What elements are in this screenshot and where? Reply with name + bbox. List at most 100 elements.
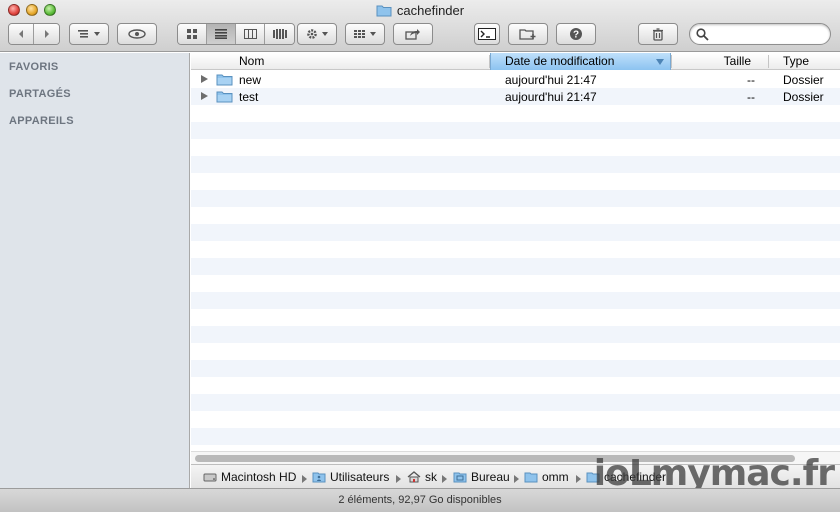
back-button[interactable] [9,24,34,44]
view-mode-control [177,23,295,45]
empty-row [191,173,840,190]
column-name-label: Nom [239,54,265,68]
columns-icon [243,29,257,39]
window-toolbar: cachefinder ? [0,0,840,52]
move-to-trash-button[interactable] [638,23,678,45]
file-type: Dossier [783,73,824,87]
path-separator-icon [442,475,447,483]
grid-icon [187,29,197,39]
path-item-utilisateurs[interactable]: Utilisateurs [312,470,389,484]
file-size: -- [747,90,755,104]
file-date: aujourd'hui 21:47 [505,90,597,104]
empty-row [191,207,840,224]
sidebar-section-devices[interactable]: APPAREILS [9,115,74,127]
empty-row [191,122,840,139]
sidebar-section-shared[interactable]: PARTAGÉS [9,88,71,100]
window-title-text: cachefinder [396,3,465,18]
chevron-right-icon [44,30,49,38]
column-view-button[interactable] [236,24,265,44]
path-separator-icon [514,475,519,483]
arrange-menu-button[interactable] [69,23,109,45]
file-name: test [239,90,259,104]
empty-row [191,309,840,326]
share-button[interactable] [393,23,433,45]
path-item-omm[interactable]: omm [524,470,569,484]
folder-icon [524,472,538,483]
status-bar: 2 éléments, 92,97 Go disponibles [0,488,840,512]
eye-icon [128,29,146,39]
cover-flow-button[interactable] [265,24,294,44]
action-menu-button[interactable] [297,23,337,45]
empty-row [191,156,840,173]
terminal-button[interactable] [474,23,500,45]
column-date-label: Date de modification [505,54,615,68]
sort-descending-icon [656,59,664,65]
search-icon [696,28,709,41]
column-size-label: Taille [723,54,751,68]
forward-button[interactable] [34,24,59,44]
path-separator-icon [302,475,307,483]
path-item-label: Macintosh HD [221,470,297,484]
list-icon [215,29,227,39]
folder-icon [216,74,233,86]
column-header-date[interactable]: Date de modification [490,53,671,70]
window-title: cachefinder [0,3,840,18]
info-icon: ? [570,28,582,41]
desktop-folder-icon [453,472,467,483]
column-header-size[interactable]: Taille [673,53,751,70]
list-arrange-icon [78,30,100,38]
file-size: -- [747,73,755,87]
search-input[interactable] [689,23,831,45]
path-item-bureau[interactable]: Bureau [453,470,510,484]
empty-row [191,377,840,394]
gear-icon [307,29,328,39]
empty-row [191,428,840,445]
file-row[interactable]: test aujourd'hui 21:47 -- Dossier [191,88,840,105]
cover-flow-icon [272,29,287,39]
empty-row [191,326,840,343]
empty-row [191,258,840,275]
path-item-label: Utilisateurs [330,470,390,484]
new-folder-button[interactable] [508,23,548,45]
trash-icon [653,27,663,41]
share-icon [405,29,420,40]
path-item-label: sk [425,470,437,484]
column-divider[interactable] [671,55,672,68]
back-forward-control [8,23,60,45]
empty-row [191,190,840,207]
get-info-button[interactable]: ? [556,23,596,45]
path-item-macintosh-hd[interactable]: Macintosh HD [203,470,296,484]
sidebar-section-favorites[interactable]: FAVORIS [9,61,59,73]
path-bar: Macintosh HD Utilisateurs sk Bureau omm … [191,453,840,494]
column-divider[interactable] [768,55,769,68]
folder-icon [376,5,392,17]
empty-row [191,241,840,258]
file-row[interactable]: new aujourd'hui 21:47 -- Dossier [191,71,840,88]
disclosure-triangle-icon[interactable] [201,75,208,83]
empty-row [191,139,840,156]
column-header-type[interactable]: Type [783,53,839,70]
disclosure-triangle-icon[interactable] [201,92,208,100]
empty-row [191,224,840,241]
hard-drive-icon [203,473,217,482]
status-text: 2 éléments, 92,97 Go disponibles [338,494,502,506]
column-header-name[interactable]: Nom [239,53,419,70]
new-folder-icon [519,29,536,40]
empty-row [191,105,840,122]
empty-row [191,343,840,360]
path-item-label: omm [542,470,569,484]
path-item-sk[interactable]: sk [407,470,437,484]
quick-look-button[interactable] [117,23,157,45]
empty-row [191,292,840,309]
path-separator-icon [396,475,401,483]
list-view-button[interactable] [207,24,236,44]
svg-text:?: ? [573,30,579,41]
empty-row [191,360,840,377]
icon-view-button[interactable] [178,24,207,44]
arrange-by-button[interactable] [345,23,385,45]
file-rows: new aujourd'hui 21:47 -- Dossier test aujourd… [191,71,840,462]
empty-row [191,275,840,292]
chevron-left-icon [19,30,23,38]
terminal-icon [478,28,496,40]
column-header: Nom Date de modification Taille Type [191,53,840,70]
